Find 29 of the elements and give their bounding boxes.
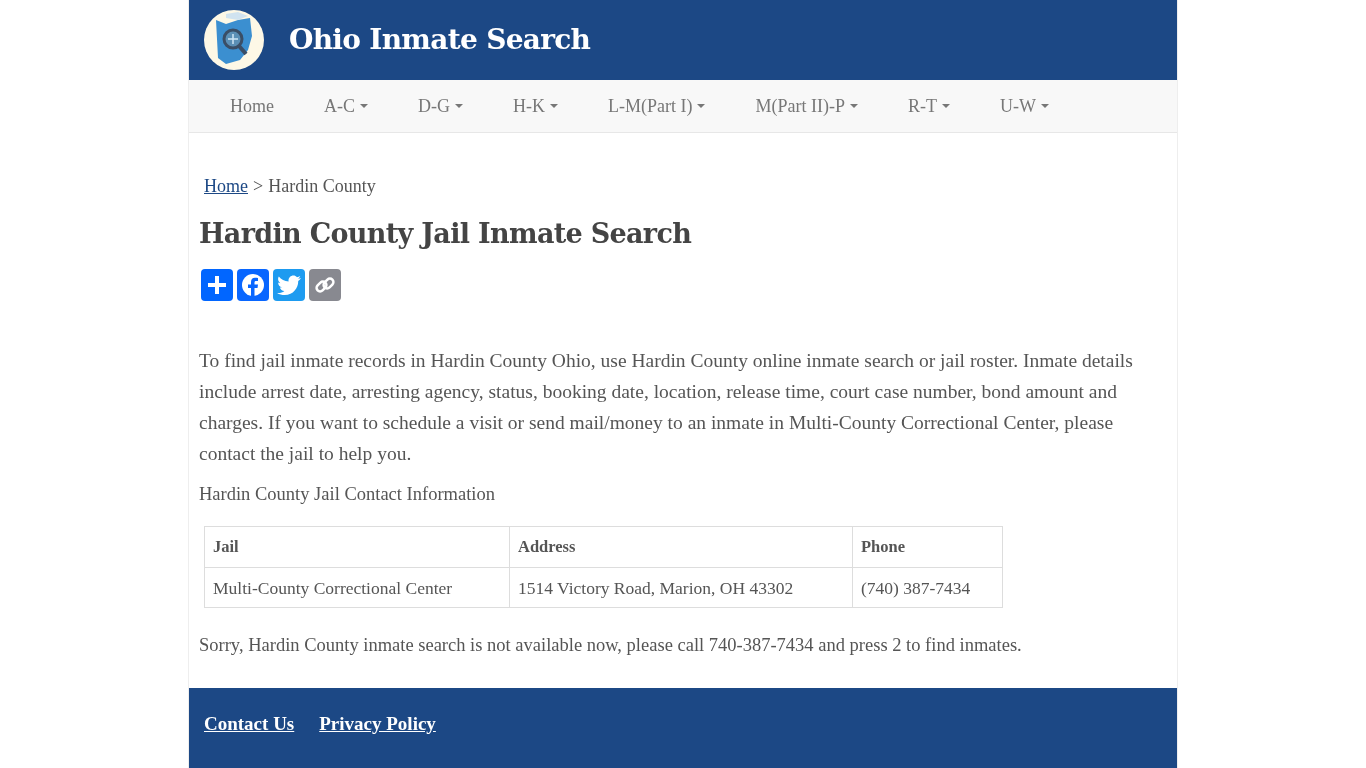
column-header: Phone <box>852 526 1003 568</box>
footer-link[interactable]: Privacy Policy <box>319 710 436 739</box>
facebook-share-button[interactable] <box>237 268 269 301</box>
breadcrumb-separator: > <box>253 175 264 198</box>
nav-dropdown[interactable]: U-W <box>984 80 1064 132</box>
nav-dropdown[interactable]: R-T <box>892 80 965 132</box>
site-title[interactable]: Ohio Inmate Search <box>289 19 591 61</box>
ohio-map-search-logo[interactable] <box>204 10 264 70</box>
column-header: Jail <box>204 526 510 568</box>
twitter-share-button[interactable] <box>273 268 305 301</box>
table-cell: Multi-County Correctional Center <box>204 567 510 608</box>
footer-link[interactable]: Contact Us <box>204 710 295 739</box>
nav-dropdown[interactable]: L-M(Part I) <box>593 80 721 132</box>
contact-heading: Hardin County Jail Contact Information <box>199 482 496 506</box>
nav-dropdown[interactable]: M(Part II)-P <box>740 80 873 132</box>
share-share-button[interactable] <box>201 268 233 301</box>
breadcrumb-current: Hardin County <box>268 175 376 198</box>
copy-share-button[interactable] <box>309 268 341 301</box>
nav-dropdown[interactable]: A-C <box>309 80 383 132</box>
table-cell: 1514 Victory Road, Marion, OH 43302 <box>509 567 853 608</box>
nav-dropdown[interactable]: H-K <box>498 80 573 132</box>
column-header: Address <box>509 526 853 568</box>
page-heading: Hardin County Jail Inmate Search <box>199 217 693 251</box>
nav-link[interactable]: Home <box>215 80 289 132</box>
breadcrumb-link[interactable]: Home <box>204 173 248 200</box>
table-cell: (740) 387-7434 <box>852 567 1003 608</box>
nav-dropdown[interactable]: D-G <box>403 80 478 132</box>
intro-paragraph: To find jail inmate records in Hardin County Ohio, use Hardin County online inmate search or jail roster. Inmate details include arrest date, arresting agency, status, booking date, location, release time, court case number, bond amount and charges. If you want to schedule a visit or send mail/money to an inmate in Multi-County Correctional Center, please contact the jail to help you. <box>199 348 1134 466</box>
notice-paragraph: Sorry, Hardin County inmate search is not available now, please call 740-387-7434 and press 2 to find inmates. <box>199 634 1023 658</box>
